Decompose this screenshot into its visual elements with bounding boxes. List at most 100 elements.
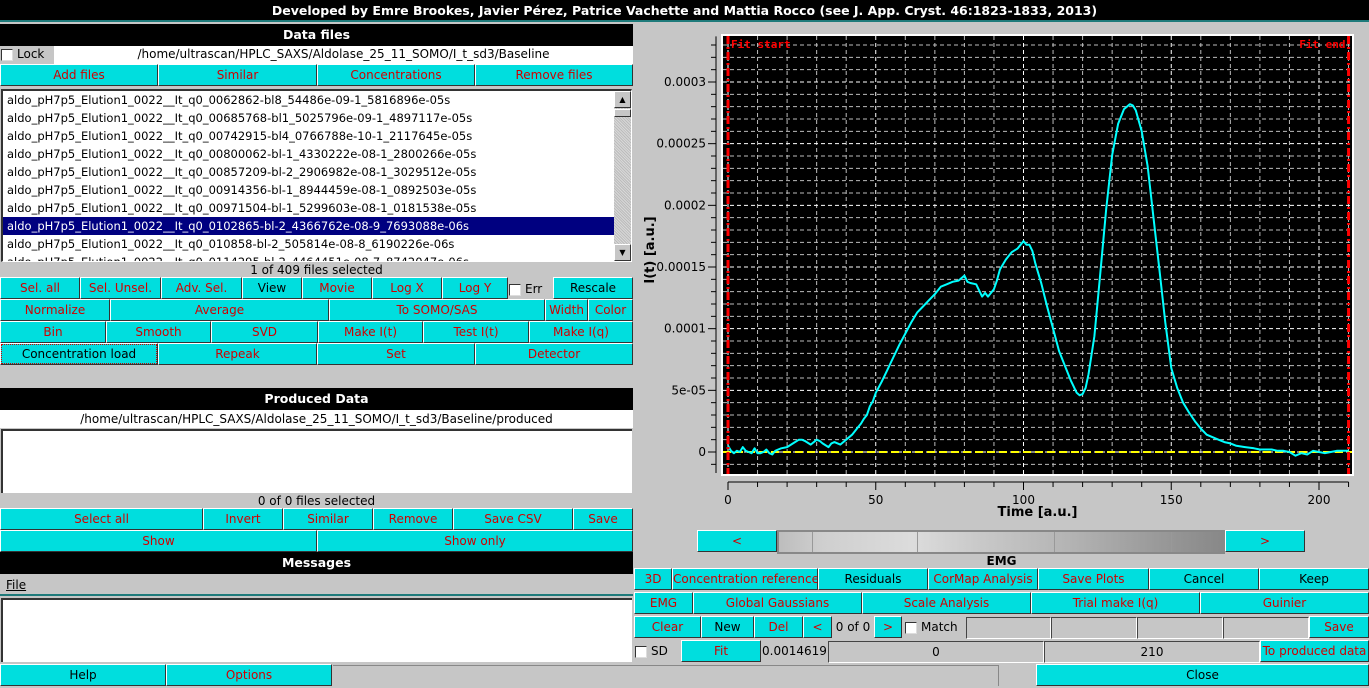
detector-button[interactable]: Detector xyxy=(475,343,633,365)
log-y-button[interactable]: Log Y xyxy=(442,277,508,299)
gaussian-field-4[interactable] xyxy=(1223,617,1309,639)
file-list-item[interactable]: aldo_pH7p5_Elution1_0022__It_q0_00857209… xyxy=(3,163,615,181)
file-list-item[interactable]: aldo_pH7p5_Elution1_0022__It_q0_00742915… xyxy=(3,127,615,145)
cancel-button[interactable]: Cancel xyxy=(1149,568,1259,590)
show-button[interactable]: Show xyxy=(0,530,317,552)
y-tick-label: 0.00015 xyxy=(656,260,706,274)
file-list-item[interactable]: aldo_pH7p5_Elution1_0022__It_q0_0062862-… xyxy=(3,91,615,109)
fit-range-start-field[interactable]: 0 xyxy=(828,641,1044,663)
file-list-scrollbar[interactable]: ▲ ▼ xyxy=(614,91,631,261)
remove-files-button[interactable]: Remove files xyxy=(475,64,633,86)
color-button[interactable]: Color xyxy=(588,299,633,321)
produced-file-list[interactable] xyxy=(1,429,632,493)
gaussian-next-button[interactable]: > xyxy=(874,616,902,638)
help-button[interactable]: Help xyxy=(0,664,166,686)
advanced-select-button[interactable]: Adv. Sel. xyxy=(161,277,242,299)
sd-label: SD xyxy=(651,644,668,658)
invert-button[interactable]: Invert xyxy=(203,508,283,530)
to-produced-data-button[interactable]: To produced data xyxy=(1260,640,1369,662)
emg-button[interactable]: EMG xyxy=(634,592,693,614)
smooth-button[interactable]: Smooth xyxy=(106,321,211,343)
match-checkbox[interactable]: Match xyxy=(903,617,966,639)
rescale-button[interactable]: Rescale xyxy=(553,277,633,299)
keep-button[interactable]: Keep xyxy=(1259,568,1369,590)
scale-analysis-button[interactable]: Scale Analysis xyxy=(862,592,1031,614)
produced-data-header: Produced Data xyxy=(0,388,633,410)
save-csv-button[interactable]: Save CSV xyxy=(453,508,573,530)
clear-button[interactable]: Clear xyxy=(634,616,701,638)
err-checkbox-box[interactable] xyxy=(509,283,521,296)
lock-checkbox-box[interactable] xyxy=(1,48,13,61)
set-button[interactable]: Set xyxy=(317,343,475,365)
select-all-button[interactable]: Sel. all xyxy=(0,277,80,299)
scroll-thumb[interactable] xyxy=(614,109,631,117)
show-only-button[interactable]: Show only xyxy=(317,530,633,552)
file-list-item[interactable]: aldo_pH7p5_Elution1_0022__It_q0_00800062… xyxy=(3,145,615,163)
residuals-button[interactable]: Residuals xyxy=(818,568,928,590)
view-button[interactable]: View xyxy=(242,277,302,299)
fit-range-end-field[interactable]: 210 xyxy=(1044,641,1260,663)
gaussian-save-button[interactable]: Save xyxy=(1309,616,1369,638)
file-list[interactable]: aldo_pH7p5_Elution1_0022__It_q0_0062862-… xyxy=(1,89,632,262)
remove-button[interactable]: Remove xyxy=(373,508,453,530)
similar-button[interactable]: Similar xyxy=(158,64,317,86)
gaussian-prev-button[interactable]: < xyxy=(803,616,832,638)
select-unselect-button[interactable]: Sel. Unsel. xyxy=(80,277,161,299)
log-x-button[interactable]: Log X xyxy=(372,277,442,299)
emg-slider[interactable] xyxy=(777,530,1225,554)
file-list-item[interactable]: aldo_pH7p5_Elution1_0022__It_q0_00685768… xyxy=(3,109,615,127)
3d-button[interactable]: 3D xyxy=(634,568,672,590)
options-button[interactable]: Options xyxy=(166,664,332,686)
concentrations-button[interactable]: Concentrations xyxy=(317,64,475,86)
time-intensity-plot[interactable]: Fit start Fit end 0 5e-05 0.0001 0.00015 0.000… xyxy=(634,24,1369,529)
repeak-button[interactable]: Repeak xyxy=(158,343,317,365)
save-plots-button[interactable]: Save Plots xyxy=(1038,568,1149,590)
produced-select-all-button[interactable]: Select all xyxy=(0,508,203,530)
global-gaussians-button[interactable]: Global Gaussians xyxy=(693,592,862,614)
sd-checkbox[interactable]: SD xyxy=(634,641,681,663)
movie-button[interactable]: Movie xyxy=(302,277,372,299)
gaussian-field-2[interactable] xyxy=(1051,617,1137,639)
normalize-button[interactable]: Normalize xyxy=(0,299,110,321)
emg-prev-button[interactable]: < xyxy=(697,530,777,552)
make-it-button[interactable]: Make I(t) xyxy=(318,321,423,343)
sd-checkbox-box[interactable] xyxy=(635,645,647,658)
err-checkbox[interactable]: Err xyxy=(509,279,553,299)
file-list-item[interactable]: aldo_pH7p5_Elution1_0022__It_q0_010858-b… xyxy=(3,235,615,253)
guinier-button[interactable]: Guinier xyxy=(1200,592,1369,614)
x-tick-label: 200 xyxy=(1308,493,1331,507)
bin-button[interactable]: Bin xyxy=(0,321,106,343)
concentration-reference-button[interactable]: Concentration reference xyxy=(672,568,818,590)
add-files-button[interactable]: Add files xyxy=(0,64,158,86)
make-iq-button[interactable]: Make I(q) xyxy=(529,321,633,343)
y-tick-label: 0.00025 xyxy=(656,137,706,151)
messages-text-area[interactable] xyxy=(1,598,632,662)
svd-button[interactable]: SVD xyxy=(211,321,318,343)
test-it-button[interactable]: Test I(t) xyxy=(423,321,529,343)
file-menu[interactable]: File xyxy=(6,578,26,592)
del-button[interactable]: Del xyxy=(754,616,803,638)
gaussian-field-1[interactable] xyxy=(966,617,1051,639)
concentration-load-button[interactable]: Concentration load xyxy=(0,343,158,365)
width-button[interactable]: Width xyxy=(545,299,588,321)
cormap-analysis-button[interactable]: CorMap Analysis xyxy=(928,568,1038,590)
file-list-item[interactable]: aldo_pH7p5_Elution1_0022__It_q0_00914356… xyxy=(3,181,615,199)
new-button[interactable]: New xyxy=(701,616,754,638)
close-button[interactable]: Close xyxy=(1036,664,1369,686)
produced-similar-button[interactable]: Similar xyxy=(283,508,373,530)
fit-button[interactable]: Fit xyxy=(681,640,761,662)
match-checkbox-box[interactable] xyxy=(905,621,917,634)
file-list-item[interactable]: aldo_pH7p5_Elution1_0022__It_q0_00971504… xyxy=(3,199,615,217)
trial-make-iq-button[interactable]: Trial make I(q) xyxy=(1031,592,1200,614)
lock-checkbox[interactable]: Lock xyxy=(0,46,54,64)
file-list-item[interactable]: aldo_pH7p5_Elution1_0022__It_q0_0114295-… xyxy=(3,253,615,261)
scroll-up-icon[interactable]: ▲ xyxy=(614,91,631,108)
average-button[interactable]: Average xyxy=(110,299,329,321)
to-somo-sas-button[interactable]: To SOMO/SAS xyxy=(329,299,545,321)
produced-save-button[interactable]: Save xyxy=(573,508,633,530)
emg-next-button[interactable]: > xyxy=(1225,530,1305,552)
file-list-item[interactable]: aldo_pH7p5_Elution1_0022__It_q0_0102865-… xyxy=(3,217,615,235)
gaussian-field-3[interactable] xyxy=(1137,617,1223,639)
emg-slider-divider xyxy=(812,532,813,552)
scroll-down-icon[interactable]: ▼ xyxy=(614,244,631,261)
